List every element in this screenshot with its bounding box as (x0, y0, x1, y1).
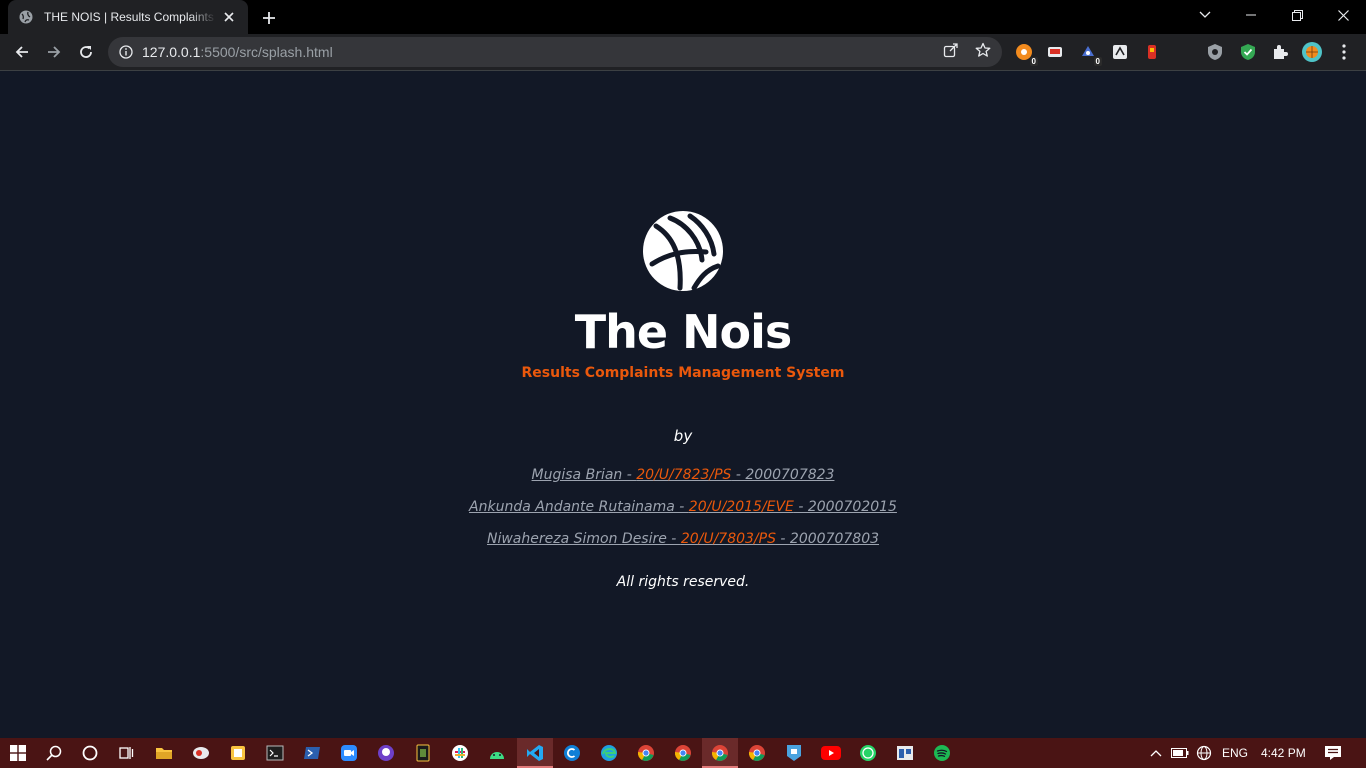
extension-icon[interactable] (1142, 42, 1162, 62)
extension-icon[interactable]: 0 (1014, 42, 1038, 66)
url-text: 127.0.0.1:5500/src/splash.html (142, 44, 333, 60)
app-icon[interactable] (895, 743, 915, 763)
notifications-icon[interactable] (1323, 743, 1343, 763)
extensions-puzzle-icon[interactable] (1270, 42, 1290, 62)
shield-check-icon[interactable] (1238, 42, 1258, 62)
close-window-icon[interactable] (1320, 0, 1366, 30)
volleyball-logo-icon (643, 211, 723, 291)
splash-page: The Nois Results Complaints Management S… (0, 71, 1366, 738)
forward-icon[interactable] (40, 38, 68, 66)
author-link[interactable]: Mugisa Brian - 20/U/7823/PS - 2000707823 (532, 466, 835, 485)
new-tab-icon[interactable] (258, 7, 280, 29)
author-link[interactable]: Ankunda Andante Rutainama - 20/U/2015/EV… (469, 498, 897, 517)
file-explorer-icon[interactable] (154, 743, 174, 763)
app-icon[interactable] (191, 743, 211, 763)
splash-content: The Nois Results Complaints Management S… (0, 210, 1366, 590)
tab-search-icon[interactable] (1182, 0, 1228, 30)
windows-taskbar: ENG 4:42 PM (0, 738, 1366, 768)
student-number: - 2000707803 (775, 531, 880, 547)
extension-icon[interactable] (1045, 42, 1065, 62)
edge-icon[interactable] (599, 743, 619, 763)
registration-number: 20/U/7803/PS (680, 531, 776, 547)
browser-tab[interactable]: THE NOIS | Results Complaints Management… (8, 0, 248, 34)
extension-badge: 0 (1093, 57, 1102, 66)
tray-chevron-up-icon[interactable] (1146, 743, 1166, 763)
app-icon[interactable] (413, 743, 433, 763)
brand-title: The Nois (574, 305, 793, 359)
extension-icon[interactable]: 0 (1078, 42, 1102, 66)
bookmark-star-icon[interactable] (974, 41, 992, 59)
cortana-icon[interactable] (80, 743, 100, 763)
chrome-icon[interactable] (636, 743, 656, 763)
powershell-icon[interactable] (302, 743, 322, 763)
whatsapp-icon[interactable] (858, 743, 878, 763)
author-link[interactable]: Niwahereza Simon Desire - 20/U/7803/PS -… (487, 530, 879, 549)
spotify-icon[interactable] (932, 743, 952, 763)
site-info-icon[interactable] (118, 44, 134, 60)
calculator-app-icon[interactable] (228, 743, 248, 763)
shield-icon[interactable] (1205, 42, 1225, 62)
app-icon[interactable] (562, 743, 582, 763)
url-path: :5500/src/splash.html (200, 44, 333, 60)
battery-icon[interactable] (1170, 743, 1190, 763)
author-name: Niwahereza Simon Desire - (486, 531, 681, 547)
chrome-icon[interactable] (673, 743, 693, 763)
github-desktop-icon[interactable] (376, 743, 396, 763)
extension-icon[interactable] (1110, 42, 1130, 62)
browser-toolbar: 127.0.0.1:5500/src/splash.html 0 0 (0, 34, 1366, 71)
clock[interactable]: 4:42 PM (1261, 746, 1306, 760)
close-tab-icon[interactable] (220, 8, 238, 26)
reload-icon[interactable] (72, 38, 100, 66)
restore-icon[interactable] (1274, 0, 1320, 30)
chrome-active-icon[interactable] (710, 743, 730, 763)
terminal-icon[interactable] (265, 743, 285, 763)
chrome-icon[interactable] (747, 743, 767, 763)
app-icon[interactable] (784, 743, 804, 763)
student-number: - 2000707823 (731, 467, 835, 483)
task-view-icon[interactable] (116, 743, 136, 763)
tab-title: THE NOIS | Results Complaints Management… (44, 10, 216, 24)
tab-strip: THE NOIS | Results Complaints Management… (0, 0, 1366, 34)
profile-avatar-icon[interactable] (1302, 42, 1322, 62)
youtube-icon[interactable] (821, 743, 841, 763)
rights-text: All rights reserved. (616, 574, 750, 590)
menu-kebab-icon[interactable] (1334, 42, 1354, 62)
back-icon[interactable] (8, 38, 36, 66)
extension-badge: 0 (1029, 57, 1038, 66)
author-name: Ankunda Andante Rutainama - (469, 499, 689, 515)
search-icon[interactable] (44, 743, 64, 763)
vscode-icon[interactable] (525, 743, 545, 763)
zoom-icon[interactable] (339, 743, 359, 763)
address-bar[interactable]: 127.0.0.1:5500/src/splash.html (108, 37, 1002, 67)
globe-icon (18, 9, 34, 25)
by-label: by (673, 427, 693, 445)
share-icon[interactable] (942, 41, 960, 59)
language-indicator[interactable]: ENG (1222, 746, 1248, 760)
slack-icon[interactable] (450, 743, 470, 763)
brand-subtitle: Results Complaints Management System (521, 365, 845, 381)
student-number: - 2000702015 (793, 499, 897, 515)
windows-start-icon[interactable] (8, 743, 28, 763)
registration-number: 20/U/2015/EVE (688, 499, 794, 515)
author-name: Mugisa Brian - (531, 467, 637, 483)
minimize-icon[interactable] (1228, 0, 1274, 30)
registration-number: 20/U/7823/PS (636, 467, 732, 483)
android-studio-icon[interactable] (487, 743, 507, 763)
url-host: 127.0.0.1 (142, 44, 201, 60)
network-globe-icon[interactable] (1194, 743, 1214, 763)
